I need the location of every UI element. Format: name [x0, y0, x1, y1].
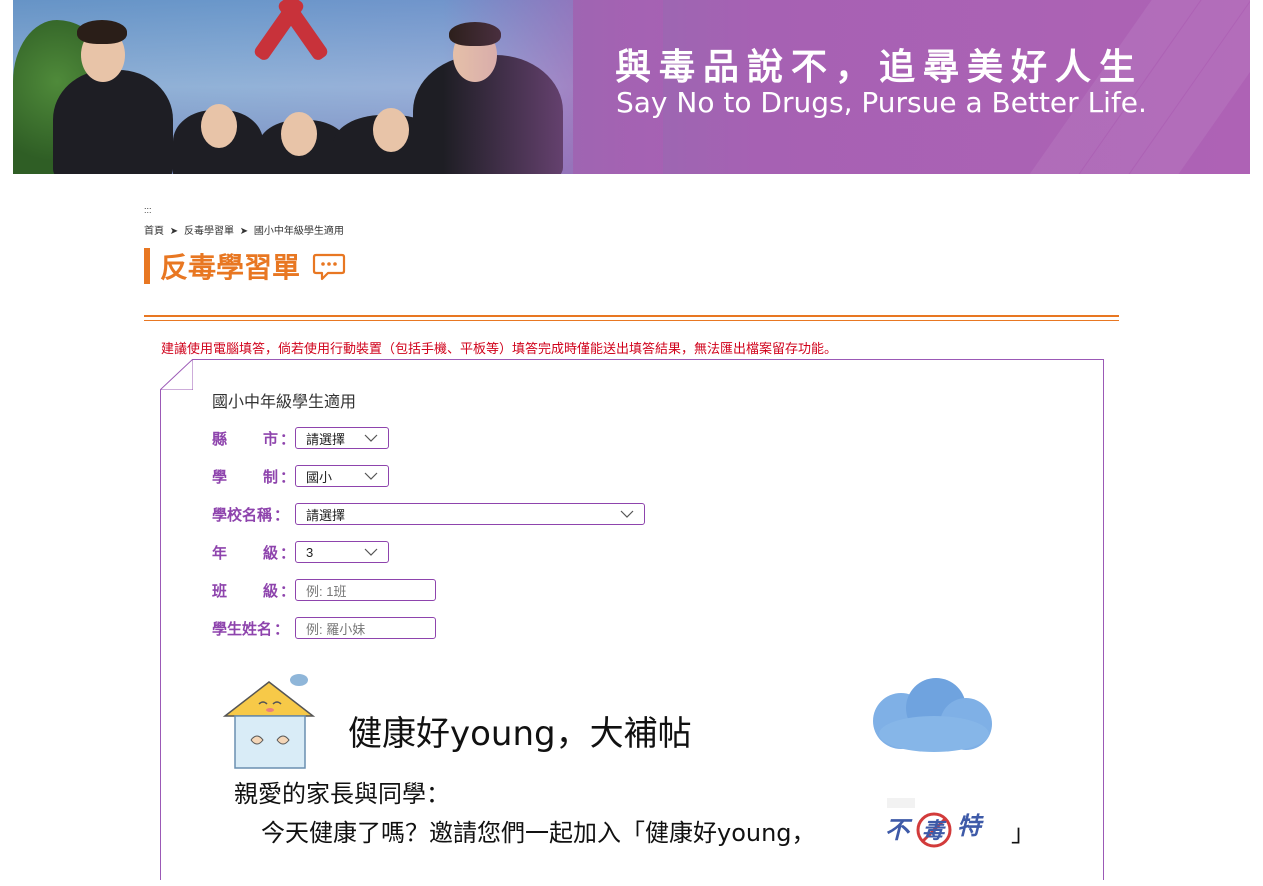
city-label-b: 市	[262, 429, 278, 448]
city-select-value: 請選擇	[306, 431, 346, 447]
banner-student-hair	[77, 20, 127, 44]
divider	[144, 315, 1119, 317]
svg-text:毒: 毒	[922, 819, 947, 844]
chevron-down-icon	[620, 510, 634, 518]
cloud-icon	[873, 678, 992, 752]
chat-bubble-icon	[312, 253, 346, 281]
breadcrumb-current: 國小中年級學生適用	[253, 226, 344, 237]
school-type-row: 學 制： 國小	[212, 465, 389, 487]
poster-title: 健康好young，大補帖	[348, 714, 692, 754]
student-name-label: 學生姓名：	[212, 618, 295, 639]
city-row: 縣 市： 請選擇	[212, 427, 389, 449]
divider	[144, 320, 1119, 321]
poster-greeting: 親愛的家長與同學：	[234, 780, 450, 808]
grade-select-value: 3	[306, 544, 314, 560]
form-heading: 國小中年級學生適用	[212, 392, 357, 411]
school-name-label: 學校名稱：	[212, 504, 295, 525]
colon: ：	[274, 619, 290, 638]
folded-corner-icon	[160, 359, 193, 390]
device-notice: 建議使用電腦填答，倘若使用行動裝置（包括手機、平板等）填答完成時僅能送出填答結果…	[161, 341, 838, 356]
chevron-down-icon	[364, 548, 378, 556]
page-title-block: 反毒學習單	[144, 248, 346, 284]
banner-student	[53, 70, 173, 174]
page-title: 反毒學習單	[160, 251, 301, 284]
student-name-input[interactable]: 例: 羅小妹	[295, 617, 436, 639]
class-label-a: 班	[212, 581, 228, 600]
worksheet-card: 國小中年級學生適用 縣 市： 請選擇 學 制： 國小 學校名稱： 請選擇 年 級…	[160, 359, 1104, 880]
breadcrumb-separator: ➤	[169, 226, 179, 237]
class-label: 班 級：	[212, 580, 295, 601]
colon: ：	[279, 543, 295, 562]
student-name-row: 學生姓名： 例: 羅小妹	[212, 617, 436, 639]
banner-student-face	[281, 112, 317, 156]
city-label: 縣 市：	[212, 428, 295, 449]
colon: ：	[274, 505, 290, 524]
svg-text:不: 不	[885, 816, 913, 844]
school-name-label-text: 學校名稱	[212, 505, 273, 524]
poster-invite: 今天健康了嗎？邀請您們一起加入「健康好young，	[261, 819, 816, 847]
accesskey-link[interactable]: :::	[144, 205, 152, 215]
school-name-row: 學校名稱： 請選擇	[212, 503, 645, 525]
grade-label-b: 級	[262, 543, 278, 562]
worksheet-poster: 健康好young，大補帖 親愛的家長與同學： 今天健康了嗎？邀請您們一起加入「健…	[221, 656, 1041, 886]
banner-title-en: Say No to Drugs, Pursue a Better Life.	[616, 86, 1147, 119]
school-name-select-value: 請選擇	[306, 507, 346, 523]
breadcrumb-home[interactable]: 首頁	[144, 226, 164, 237]
chevron-down-icon	[364, 434, 378, 442]
colon: ：	[279, 429, 295, 448]
breadcrumb-worksheet[interactable]: 反毒學習單	[184, 226, 234, 237]
grade-label: 年 級：	[212, 542, 295, 563]
class-input-placeholder: 例: 1班	[306, 583, 347, 599]
breadcrumb: 首頁 ➤ 反毒學習單 ➤ 國小中年級學生適用	[144, 222, 347, 237]
school-type-label: 學 制：	[212, 466, 295, 487]
school-type-label-b: 制	[262, 467, 278, 486]
colon: ：	[279, 467, 295, 486]
house-mascot-icon	[222, 674, 316, 769]
school-type-label-a: 學	[212, 467, 228, 486]
grade-row: 年 級： 3	[212, 541, 389, 563]
banner-title-zh: 與毒品說不，追尋美好人生	[615, 47, 1144, 88]
campaign-logo: 不 毒 特	[885, 798, 984, 848]
class-row: 班 級： 例: 1班	[212, 579, 436, 601]
grade-select[interactable]: 3	[295, 541, 389, 563]
school-type-select[interactable]: 國小	[295, 465, 389, 487]
breadcrumb-separator: ➤	[239, 226, 249, 237]
city-label-a: 縣	[212, 429, 228, 448]
banner-student-face	[201, 104, 237, 148]
chevron-down-icon	[364, 472, 378, 480]
poster-bracket: 」	[1011, 819, 1035, 847]
student-name-label-text: 學生姓名	[212, 619, 273, 638]
student-name-input-placeholder: 例: 羅小妹	[306, 621, 366, 637]
grade-label-a: 年	[212, 543, 228, 562]
city-select[interactable]: 請選擇	[295, 427, 389, 449]
banner-student-face	[373, 108, 409, 152]
class-input[interactable]: 例: 1班	[295, 579, 436, 601]
school-type-select-value: 國小	[306, 469, 333, 485]
title-accent-bar	[144, 248, 150, 284]
svg-text:特: 特	[957, 812, 984, 840]
class-label-b: 級	[262, 581, 278, 600]
colon: ：	[279, 581, 295, 600]
school-name-select[interactable]: 請選擇	[295, 503, 645, 525]
